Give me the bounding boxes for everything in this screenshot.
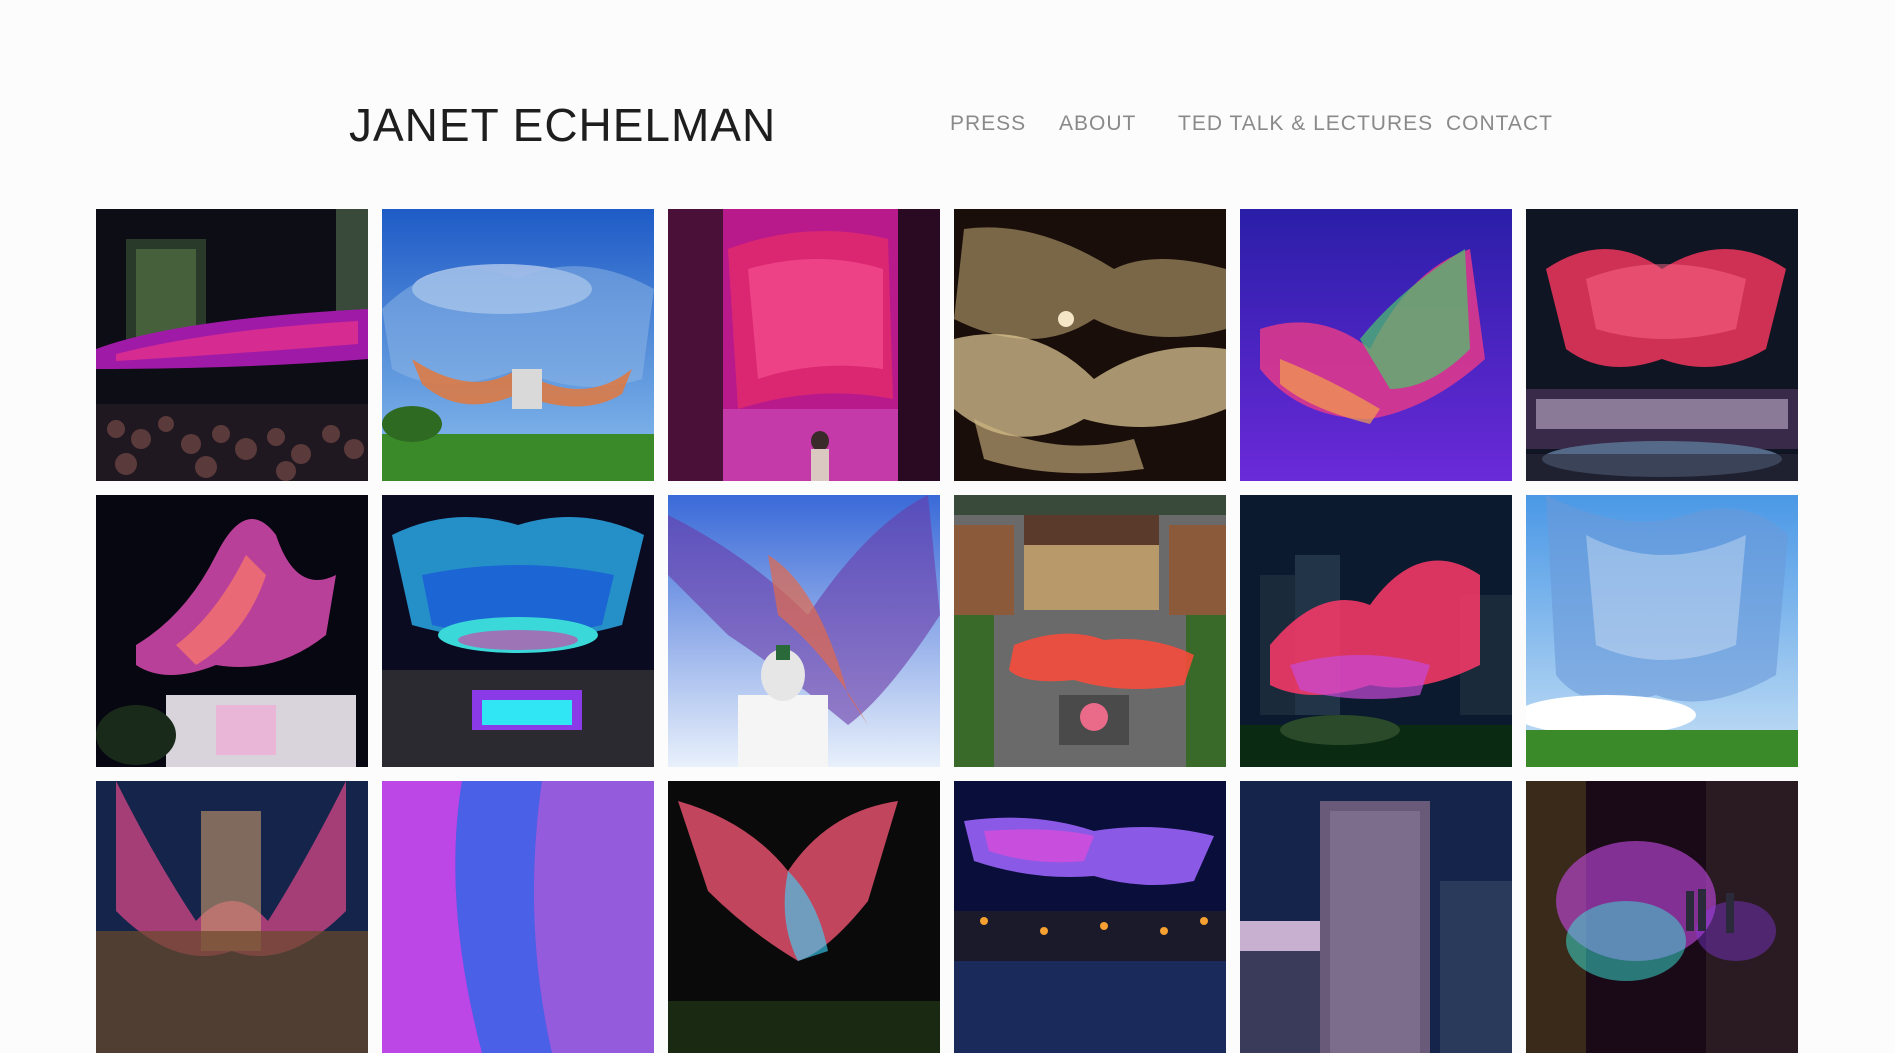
nav-contact[interactable]: CONTACT	[1446, 112, 1553, 136]
gallery-tile-12[interactable]	[1526, 495, 1798, 767]
gallery-image	[382, 495, 654, 767]
nav-press[interactable]: PRESS	[950, 112, 1026, 136]
gallery-image	[96, 781, 368, 1053]
gallery-image	[1526, 495, 1798, 767]
gallery-image	[954, 209, 1226, 481]
gallery-image	[1526, 781, 1798, 1053]
gallery-tile-15[interactable]	[668, 781, 940, 1053]
gallery-tile-2[interactable]	[382, 209, 654, 481]
gallery-tile-1[interactable]	[96, 209, 368, 481]
gallery-tile-13[interactable]	[96, 781, 368, 1053]
gallery-image	[96, 209, 368, 481]
gallery-image	[668, 781, 940, 1053]
gallery-tile-11[interactable]	[1240, 495, 1512, 767]
gallery-image	[954, 495, 1226, 767]
gallery-tile-5[interactable]	[1240, 209, 1512, 481]
gallery-tile-14[interactable]	[382, 781, 654, 1053]
gallery-tile-17[interactable]	[1240, 781, 1512, 1053]
gallery-image	[1240, 781, 1512, 1053]
gallery-tile-8[interactable]	[382, 495, 654, 767]
gallery-image	[382, 781, 654, 1053]
gallery-image	[1526, 209, 1798, 481]
site-title[interactable]: JANET ECHELMAN	[349, 98, 776, 152]
gallery-tile-6[interactable]	[1526, 209, 1798, 481]
gallery-image	[668, 209, 940, 481]
gallery-tile-4[interactable]	[954, 209, 1226, 481]
gallery-image	[382, 209, 654, 481]
gallery-image	[96, 495, 368, 767]
nav-ted-talk-lectures[interactable]: TED TALK & LECTURES	[1178, 112, 1433, 136]
gallery-tile-10[interactable]	[954, 495, 1226, 767]
gallery-image	[954, 781, 1226, 1053]
gallery-tile-16[interactable]	[954, 781, 1226, 1053]
gallery-image	[668, 495, 940, 767]
gallery-image	[1240, 209, 1512, 481]
nav-about[interactable]: ABOUT	[1059, 112, 1136, 136]
gallery-image	[1240, 495, 1512, 767]
gallery-tile-7[interactable]	[96, 495, 368, 767]
gallery-tile-9[interactable]	[668, 495, 940, 767]
gallery-tile-18[interactable]	[1526, 781, 1798, 1053]
gallery-tile-3[interactable]	[668, 209, 940, 481]
